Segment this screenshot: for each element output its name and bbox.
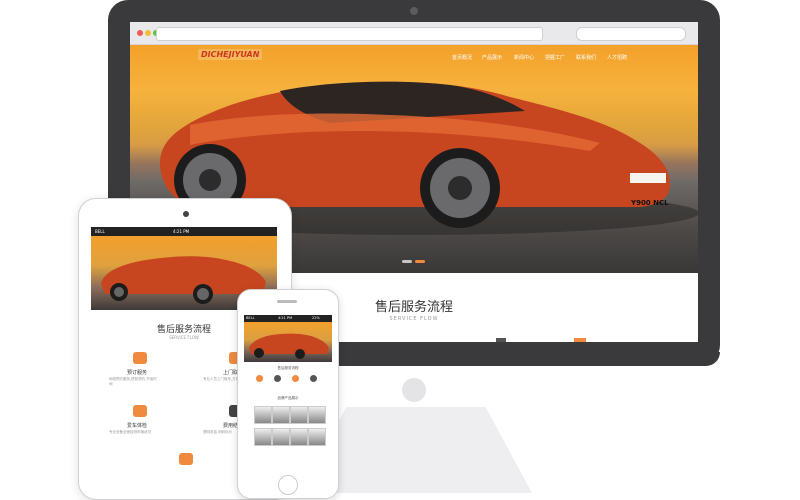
carrier-label: BELL: [246, 316, 255, 320]
nav-item-contact[interactable]: 联系我们: [576, 54, 596, 61]
phone-section-title: 售后服务流程: [277, 366, 299, 370]
minimize-dot-icon[interactable]: [145, 30, 151, 36]
service-icon: [274, 375, 281, 382]
webcam: [410, 7, 418, 15]
clipboard-icon: [179, 453, 193, 465]
phone-section-title: 品牌产品展示: [277, 396, 299, 400]
site-logo[interactable]: DICHEJIYUAN: [198, 49, 263, 60]
close-dot-icon[interactable]: [137, 30, 143, 36]
status-time: 4:21 PM: [278, 316, 293, 320]
service-icon: [292, 375, 299, 382]
status-time: 4:21 PM: [173, 229, 190, 234]
product-thumb[interactable]: [290, 406, 308, 424]
chat-icon: [133, 352, 147, 364]
nav-item-products[interactable]: 产品展示: [482, 54, 502, 61]
nav-item-jobs[interactable]: 人才招聘: [607, 54, 627, 61]
product-thumb[interactable]: [308, 406, 326, 424]
phone-hero-banner: [244, 322, 332, 362]
browser-toolbar: [130, 22, 698, 45]
laptop-icon: [133, 405, 147, 417]
step-text: 专业设备全面检测车辆状况: [109, 430, 151, 434]
nav-item-news[interactable]: 新闻中心: [514, 54, 534, 61]
step-label: 预订服务: [127, 370, 148, 376]
sports-car-image: [249, 333, 329, 359]
step-text: 网络预约服务,提前预约,节省时间: [109, 377, 157, 386]
license-plate: Y900 NCL: [631, 199, 669, 207]
product-thumb[interactable]: [308, 428, 326, 446]
step-label: 爱车体检: [127, 423, 148, 429]
phone-status-bar: BELL 4:21 PM 22%: [244, 315, 332, 322]
service-icon: [496, 338, 506, 342]
tablet-status-bar: BELL 4:21 PM: [91, 227, 277, 236]
product-thumb[interactable]: [254, 428, 272, 446]
phone-screen: BELL 4:21 PM 22% 售后服务流程 品牌产品展示: [244, 315, 332, 469]
product-thumb[interactable]: [254, 406, 272, 424]
product-thumb[interactable]: [272, 406, 290, 424]
product-thumb[interactable]: [290, 428, 308, 446]
product-thumb[interactable]: [272, 428, 290, 446]
service-icon: [310, 375, 317, 382]
browser-search-input[interactable]: [576, 27, 686, 41]
nav-item-home[interactable]: 首页概况: [452, 54, 472, 61]
home-button[interactable]: [278, 475, 298, 495]
carrier-label: BELL: [95, 229, 105, 234]
carousel-dot-active[interactable]: [415, 260, 425, 263]
nav-item-factory[interactable]: 把握工厂: [545, 54, 565, 61]
battery-label: 22%: [312, 316, 320, 320]
carousel-dot[interactable]: [402, 260, 412, 263]
phone-speaker: [277, 300, 297, 303]
monitor-logo-icon: [402, 378, 426, 402]
address-bar[interactable]: [156, 27, 543, 41]
service-icon: [256, 375, 263, 382]
tablet-camera: [183, 211, 189, 217]
service-icon: [574, 338, 586, 342]
